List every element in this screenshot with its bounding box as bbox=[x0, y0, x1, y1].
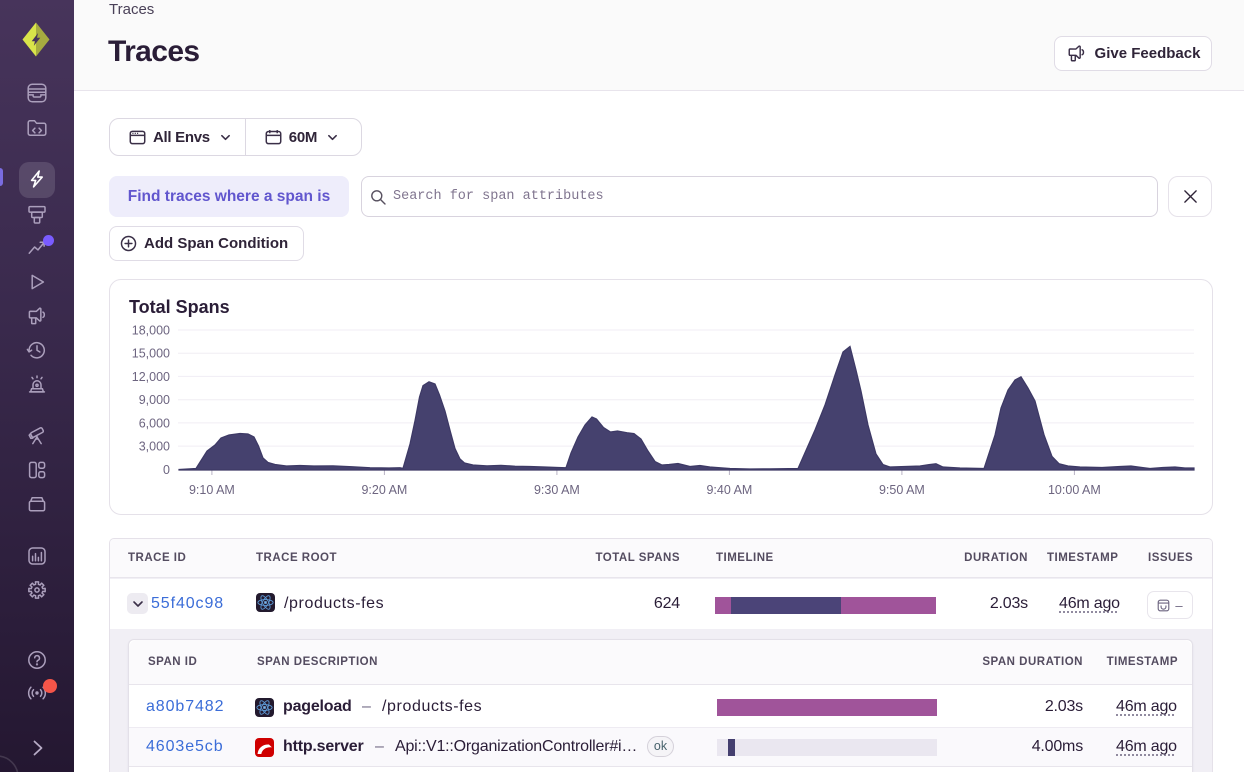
svg-text:15,000: 15,000 bbox=[132, 347, 170, 361]
svg-text:9,000: 9,000 bbox=[139, 393, 170, 407]
svg-text:9:10 AM: 9:10 AM bbox=[189, 483, 235, 497]
svg-text:10:00 AM: 10:00 AM bbox=[1048, 483, 1101, 497]
svg-text:3,000: 3,000 bbox=[139, 440, 170, 454]
svg-text:6,000: 6,000 bbox=[139, 416, 170, 430]
svg-text:9:30 AM: 9:30 AM bbox=[534, 483, 580, 497]
svg-text:12,000: 12,000 bbox=[132, 370, 170, 384]
svg-text:9:40 AM: 9:40 AM bbox=[706, 483, 752, 497]
svg-text:9:20 AM: 9:20 AM bbox=[361, 483, 407, 497]
svg-text:18,000: 18,000 bbox=[132, 324, 170, 338]
svg-text:9:50 AM: 9:50 AM bbox=[879, 483, 925, 497]
svg-text:0: 0 bbox=[163, 463, 170, 477]
